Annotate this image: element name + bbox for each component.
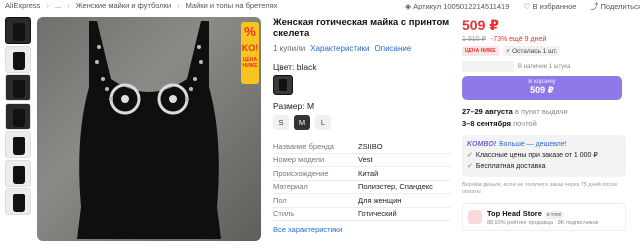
breadcrumb: AliExpress › ... › Женские майки и футбо… (5, 1, 277, 10)
add-to-cart-button[interactable]: В корзину 509 ₽ (462, 76, 622, 100)
size-option-s[interactable]: S (273, 115, 289, 130)
check-icon: ✓ (467, 163, 473, 170)
size-option-l[interactable]: L (315, 115, 331, 130)
product-info: Женская готическая майка с принтом скеле… (273, 17, 451, 234)
store-name-row: Top Head Store в топе (487, 208, 564, 219)
thumbnail[interactable] (5, 17, 31, 44)
combo-promo[interactable]: KOMBO! Больше — дешевле! ✓ Классные цены п… (462, 135, 626, 177)
thumbnail[interactable] (5, 131, 31, 158)
spec-table: Название бренда ZSIIBO Номер модели Vest П… (273, 140, 451, 221)
spec-row: Пол Для женщин (273, 194, 451, 208)
stock-note: В наличии 1 штука (518, 63, 571, 70)
thumbnail[interactable] (5, 188, 31, 215)
all-characteristics-link[interactable]: Все характеристики (273, 225, 451, 234)
delivery-option: 3–8 сентября почтой (462, 119, 537, 128)
color-label: Цвет: black (273, 62, 317, 72)
stock-icon: ⚡ (505, 48, 511, 55)
old-price: 1 910 ₽ (462, 36, 486, 43)
buy-panel: 509 ₽ 1 910 ₽ -73% ещё 9 дней ЦЕНА НИЖЕ … (462, 17, 634, 231)
header-actions: ◈ Артикул 1005012214511419 ♡ В избранное ⤴… (405, 1, 640, 12)
delivery-option: 27–29 августа в пункт выдачи (462, 107, 568, 116)
article-number[interactable]: ◈ Артикул 1005012214511419 (405, 2, 509, 11)
discount-label: -73% ещё 9 дней (490, 36, 547, 43)
top-bar: AliExpress › ... › Женские майки и футбо… (0, 0, 640, 12)
promo-header: KOMBO! Больше — дешевле! (467, 141, 567, 148)
spec-row: Стиль Готический (273, 208, 451, 221)
breadcrumb-item[interactable]: AliExpress (5, 1, 40, 10)
breadcrumb-separator: › (46, 1, 49, 10)
share-icon: ⤴ (590, 2, 599, 11)
quantity-row: В наличии 1 штука (462, 61, 634, 72)
characteristics-link[interactable]: Характеристики (310, 44, 369, 53)
bought-count: 1 купили (273, 44, 306, 53)
breadcrumb-separator: › (177, 1, 180, 10)
tag-icon: ◈ (405, 2, 412, 11)
stock-chip: ⚡ Осталась 1 шт. (502, 46, 561, 56)
size-option-m[interactable]: M (294, 115, 310, 130)
promo-item: ✓ Бесплатная доставка (467, 163, 546, 170)
product-main-image[interactable]: % KO! ЦЕНА НИЖЕ (37, 17, 261, 241)
thumbnail[interactable] (5, 102, 31, 130)
breadcrumb-separator: › (67, 1, 70, 10)
price-lower-badge: % KO! ЦЕНА НИЖЕ (241, 22, 259, 84)
spec-row: Название бренда ZSIIBO (273, 140, 451, 154)
thumbnail[interactable] (5, 45, 31, 73)
share-button[interactable]: ⤴ Поделиться (590, 1, 640, 12)
size-selector: S M L (273, 115, 451, 130)
spec-row: Номер модели Vest (273, 154, 451, 167)
thumbnail[interactable] (5, 159, 31, 187)
description-link[interactable]: Описание (375, 44, 412, 53)
refund-note: Вернём деньги, если не получите заказ че… (462, 182, 618, 195)
spec-row: Происхождение Китай (273, 167, 451, 181)
price-lower-chip: ЦЕНА НИЖЕ (462, 46, 499, 56)
combo-logo: KOMBO! (467, 141, 497, 148)
thumbnail-list (5, 17, 31, 217)
breadcrumb-item[interactable]: Женские майки и футболки (76, 1, 171, 10)
breadcrumb-item[interactable]: ... (55, 1, 61, 10)
store-stats: 88,93% рейтинг продавца · 8K подписчиков (487, 219, 599, 226)
tank-top-illustration (77, 21, 221, 239)
breadcrumb-item[interactable]: Майки и топы на бретелях (186, 1, 278, 10)
thumbnail[interactable] (5, 74, 31, 101)
delivery-info: 27–29 августа в пункт выдачи 3–8 сентябр… (462, 106, 634, 130)
color-swatch-black[interactable] (273, 75, 293, 95)
favorites-button[interactable]: ♡ В избранное (523, 2, 576, 11)
store-avatar (468, 210, 482, 224)
spec-row: Материал Полиэстер, Спандекс (273, 181, 451, 194)
product-title: Женская готическая майка с принтом скеле… (273, 17, 450, 39)
heart-icon: ♡ (523, 2, 531, 11)
size-label: Размер: M (273, 101, 315, 111)
promo-item: ✓ Классные цены при заказе от 1 000 ₽ (467, 152, 598, 159)
product-links: 1 купили Характеристики Описание (273, 44, 451, 53)
store-tag: в топе (544, 210, 564, 219)
current-price: 509 ₽ (462, 17, 499, 33)
store-card[interactable]: Top Head Store в топе 88,93% рейтинг прод… (462, 203, 626, 231)
quantity-stepper[interactable] (462, 61, 514, 72)
chips: ЦЕНА НИЖЕ ⚡ Осталась 1 шт. (462, 46, 634, 56)
old-price-row: 1 910 ₽ -73% ещё 9 дней (462, 35, 634, 43)
check-icon: ✓ (467, 152, 473, 159)
